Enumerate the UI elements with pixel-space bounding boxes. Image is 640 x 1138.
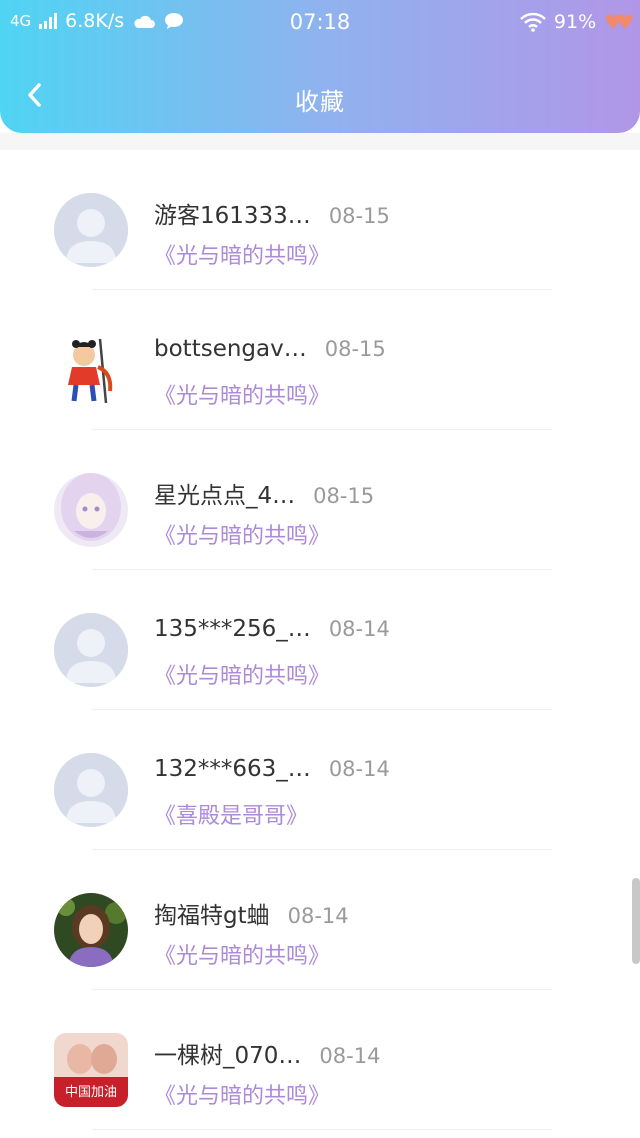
avatar[interactable]: 中国加油	[54, 1033, 128, 1107]
avatar[interactable]	[54, 613, 128, 687]
avatar-logo-text: 中国加油	[65, 1085, 117, 1100]
work-title-link[interactable]: 《光与暗的共鸣》	[154, 658, 330, 690]
avatar[interactable]	[54, 753, 128, 827]
avatar[interactable]	[54, 333, 128, 407]
favorites-list: 游客161333… 08-15 《光与暗的共鸣》 bottsengav… 08-…	[0, 150, 640, 1130]
favorite-date: 08-14	[328, 757, 390, 781]
favorite-date: 08-15	[328, 204, 390, 228]
name-row: 星光点点_4… 08-15	[154, 476, 374, 510]
page-title: 收藏	[295, 88, 345, 116]
hearts-icon: ♥♥	[604, 10, 634, 34]
avatar[interactable]	[54, 893, 128, 967]
user-name[interactable]: 135***256_…	[154, 616, 311, 642]
work-title-link[interactable]: 《喜殿是哥哥》	[154, 798, 308, 830]
work-title-link[interactable]: 《光与暗的共鸣》	[154, 1078, 330, 1110]
name-row: 135***256_… 08-14	[154, 616, 390, 642]
user-name[interactable]: 游客161333…	[154, 196, 311, 230]
favorite-date: 08-15	[313, 484, 375, 508]
avatar[interactable]	[54, 473, 128, 547]
battery-level: 91%	[553, 11, 597, 33]
list-item[interactable]: bottsengav… 08-15 《光与暗的共鸣》	[0, 290, 640, 430]
status-bar: 4G 6.8K/s 07:18 91% ♥♥	[0, 0, 640, 44]
list-item[interactable]: 掏福特gt蛐 08-14 《光与暗的共鸣》	[0, 850, 640, 990]
user-name[interactable]: 掏福特gt蛐	[154, 896, 270, 930]
work-title-link[interactable]: 《光与暗的共鸣》	[154, 518, 330, 550]
wifi-icon	[520, 12, 546, 32]
work-title-link[interactable]: 《光与暗的共鸣》	[154, 378, 330, 410]
work-title-link[interactable]: 《光与暗的共鸣》	[154, 238, 330, 270]
scrollbar[interactable]	[632, 878, 640, 964]
favorite-date: 08-14	[319, 1044, 381, 1068]
name-row: 掏福特gt蛐 08-14	[154, 896, 349, 930]
favorite-date: 08-14	[287, 904, 349, 928]
user-name[interactable]: 132***663_…	[154, 756, 311, 782]
list-item[interactable]: 132***663_… 08-14 《喜殿是哥哥》	[0, 710, 640, 850]
status-right: 91% ♥♥	[520, 10, 634, 34]
user-name[interactable]: 星光点点_4…	[154, 476, 295, 510]
avatar[interactable]	[54, 193, 128, 267]
name-row: 游客161333… 08-15	[154, 196, 390, 230]
favorite-date: 08-15	[324, 337, 386, 361]
name-row: 132***663_… 08-14	[154, 756, 390, 782]
header-spacer	[0, 133, 640, 150]
name-row: 一棵树_070… 08-14	[154, 1036, 380, 1070]
list-item[interactable]: 星光点点_4… 08-15 《光与暗的共鸣》	[0, 430, 640, 570]
favorite-date: 08-14	[328, 617, 390, 641]
list-item[interactable]: 中国加油 一棵树_070… 08-14 《光与暗的共鸣》	[0, 990, 640, 1130]
divider	[92, 1129, 552, 1130]
user-name[interactable]: bottsengav…	[154, 336, 307, 362]
user-name[interactable]: 一棵树_070…	[154, 1036, 301, 1070]
list-item[interactable]: 游客161333… 08-15 《光与暗的共鸣》	[0, 150, 640, 290]
work-title-link[interactable]: 《光与暗的共鸣》	[154, 938, 330, 970]
app-header: 4G 6.8K/s 07:18 91% ♥♥ 收藏	[0, 0, 640, 133]
list-item[interactable]: 135***256_… 08-14 《光与暗的共鸣》	[0, 570, 640, 710]
name-row: bottsengav… 08-15	[154, 336, 386, 362]
